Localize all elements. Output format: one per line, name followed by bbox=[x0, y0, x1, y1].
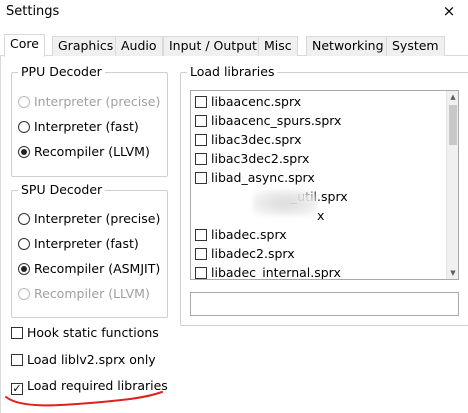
radio-button[interactable] bbox=[18, 96, 30, 108]
radio-button[interactable] bbox=[18, 288, 30, 300]
tab-misc[interactable]: Misc bbox=[258, 36, 298, 56]
tab-system[interactable]: System bbox=[386, 36, 445, 56]
option-label: Interpreter (precise) bbox=[34, 211, 161, 226]
list-item[interactable]: libac3dec.sprx bbox=[195, 130, 302, 149]
scroll-up-icon[interactable]: ▲ bbox=[448, 91, 458, 103]
red-underline-stroke bbox=[5, 391, 163, 407]
spu-recompiler-llvm-option[interactable]: Recompiler (LLVM) bbox=[18, 285, 150, 303]
checkbox-box[interactable] bbox=[11, 354, 23, 366]
close-button[interactable]: × bbox=[430, 0, 468, 24]
ppu-decoder-title: PPU Decoder bbox=[18, 64, 105, 79]
spu-interpreter-precise-option[interactable]: Interpreter (precise) bbox=[18, 210, 160, 228]
radio-button[interactable] bbox=[18, 263, 30, 275]
spu-recompiler-asmjit-option[interactable]: Recompiler (ASMJIT) bbox=[18, 260, 160, 278]
core-tab-panel: PPU Decoder Interpreter (precise) Interp… bbox=[0, 56, 468, 413]
red-underline-annotation bbox=[5, 391, 163, 407]
close-icon: × bbox=[442, 2, 456, 20]
library-label: libac3dec.sprx bbox=[211, 132, 302, 147]
checkbox-label: Load liblv2.sprx only bbox=[27, 352, 156, 367]
tab-core[interactable]: Core bbox=[4, 34, 45, 57]
checkbox-label: Hook static functions bbox=[27, 325, 159, 340]
ppu-decoder-group: PPU Decoder Interpreter (precise) Interp… bbox=[11, 64, 168, 177]
spu-decoder-title: SPU Decoder bbox=[18, 182, 106, 197]
option-label: Recompiler (LLVM) bbox=[34, 144, 150, 159]
checkbox-box[interactable] bbox=[195, 96, 207, 108]
tab-label: Audio bbox=[121, 38, 157, 53]
library-label: libaacenc.sprx bbox=[211, 94, 302, 109]
hook-static-functions-checkbox[interactable]: Hook static functions bbox=[11, 324, 159, 342]
ppu-interpreter-fast-option[interactable]: Interpreter (fast) bbox=[18, 118, 139, 136]
tab-label: Input / Output bbox=[169, 38, 257, 53]
ppu-interpreter-precise-option[interactable]: Interpreter (precise) bbox=[18, 93, 160, 111]
tab-bar: Core Graphics Audio Input / Output Misc … bbox=[0, 34, 468, 57]
radio-button[interactable] bbox=[18, 121, 30, 133]
option-label: Interpreter (precise) bbox=[34, 94, 161, 109]
spu-interpreter-fast-option[interactable]: Interpreter (fast) bbox=[18, 235, 139, 253]
list-item[interactable]: libadec2.sprx bbox=[195, 244, 295, 263]
tab-graphics[interactable]: Graphics bbox=[52, 36, 120, 56]
tab-label: Core bbox=[10, 36, 39, 51]
tab-label: Graphics bbox=[58, 38, 114, 53]
library-label: libadec_internal.sprx bbox=[211, 265, 341, 280]
checkbox-box[interactable] bbox=[11, 327, 23, 339]
ppu-recompiler-llvm-option[interactable]: Recompiler (LLVM) bbox=[18, 143, 150, 161]
library-label: x bbox=[317, 208, 325, 223]
checkbox-box[interactable] bbox=[195, 267, 207, 279]
tab-label: Networking bbox=[312, 38, 384, 53]
library-label: libad_async.sprx bbox=[211, 170, 315, 185]
window-title: Settings bbox=[6, 4, 60, 19]
library-list[interactable]: libaacenc.sprx libaacenc_spurs.sprx liba… bbox=[190, 90, 459, 280]
library-label: libadec2.sprx bbox=[211, 246, 295, 261]
checkbox-box[interactable] bbox=[195, 153, 207, 165]
tab-networking[interactable]: Networking bbox=[306, 36, 390, 56]
blurred-region bbox=[253, 190, 317, 216]
radio-button[interactable] bbox=[18, 213, 30, 225]
checkbox-box[interactable] bbox=[195, 115, 207, 127]
library-search-input[interactable] bbox=[190, 292, 459, 316]
list-item[interactable]: x bbox=[317, 206, 324, 225]
title-bar: Settings × bbox=[0, 0, 468, 26]
list-item[interactable]: libaacenc_spurs.sprx bbox=[195, 111, 341, 130]
list-scrollbar[interactable]: ▲ ▼ bbox=[446, 91, 458, 279]
option-label: Recompiler (LLVM) bbox=[34, 286, 150, 301]
tab-label: System bbox=[392, 38, 439, 53]
tab-audio[interactable]: Audio bbox=[115, 36, 163, 56]
scroll-down-icon[interactable]: ▼ bbox=[448, 267, 458, 279]
list-item[interactable]: libac3dec2.sprx bbox=[195, 149, 309, 168]
list-item[interactable]: libaacenc.sprx bbox=[195, 92, 301, 111]
radio-button[interactable] bbox=[18, 238, 30, 250]
library-label: libaacenc_spurs.sprx bbox=[211, 113, 342, 128]
scroll-thumb[interactable] bbox=[449, 105, 457, 145]
checkbox-box[interactable] bbox=[195, 134, 207, 146]
checkbox-box[interactable] bbox=[195, 229, 207, 241]
library-label: libadec.sprx bbox=[211, 227, 287, 242]
checkbox-box[interactable] bbox=[195, 172, 207, 184]
load-libraries-title: Load libraries bbox=[187, 64, 278, 79]
load-liblv2-only-checkbox[interactable]: Load liblv2.sprx only bbox=[11, 351, 156, 369]
library-label: libac3dec2.sprx bbox=[211, 151, 310, 166]
tab-input-output[interactable]: Input / Output bbox=[163, 36, 263, 56]
checkbox-box[interactable] bbox=[195, 248, 207, 260]
list-item[interactable]: libad_async.sprx bbox=[195, 168, 315, 187]
tab-label: Misc bbox=[264, 38, 292, 53]
radio-button[interactable] bbox=[18, 146, 30, 158]
option-label: Interpreter (fast) bbox=[34, 119, 139, 134]
list-item[interactable]: libadec.sprx bbox=[195, 225, 287, 244]
option-label: Interpreter (fast) bbox=[34, 236, 139, 251]
list-item[interactable]: libadec_internal.sprx bbox=[195, 263, 341, 280]
option-label: Recompiler (ASMJIT) bbox=[34, 261, 161, 276]
spu-decoder-group: SPU Decoder Interpreter (precise) Interp… bbox=[11, 182, 168, 318]
